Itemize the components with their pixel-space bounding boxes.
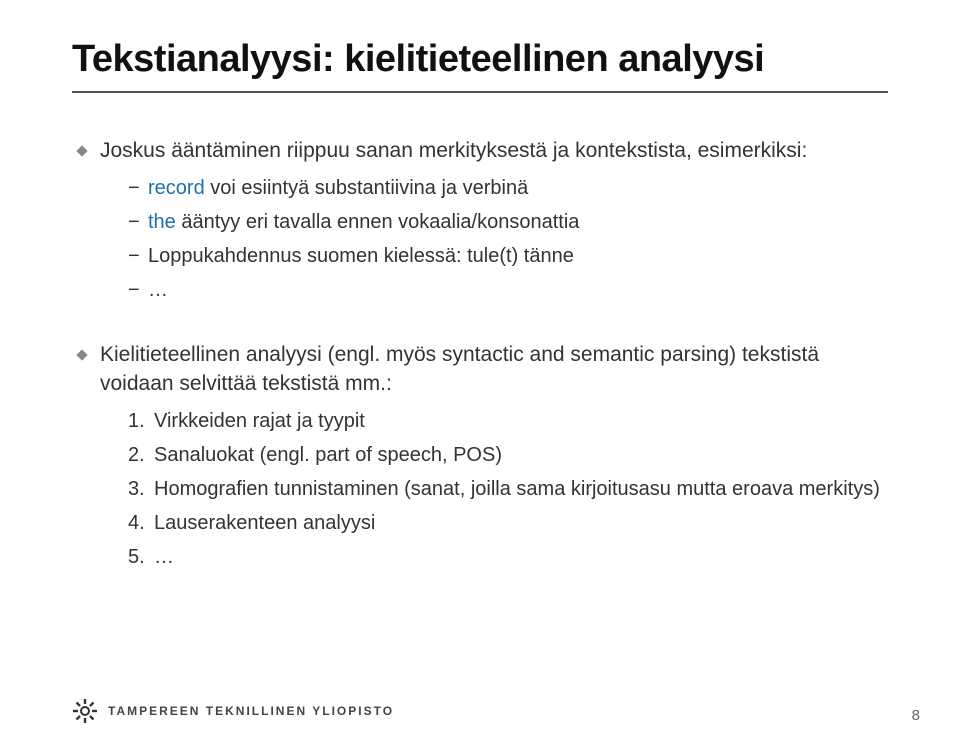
- ordered-item: 3. Homografien tunnistaminen (sanat, joil…: [128, 476, 888, 502]
- dash-icon: −: [128, 209, 140, 235]
- item-text: Lauserakenteen analyysi: [154, 512, 375, 534]
- bullet-item: Joskus ääntäminen riippuu sanan merkityk…: [78, 137, 888, 303]
- dash-icon: −: [128, 175, 140, 201]
- sub-text: ääntyy eri tavalla ennen vokaalia/konson…: [181, 211, 579, 233]
- sub-item: − the ääntyy eri tavalla ennen vokaalia/…: [128, 209, 888, 235]
- footer-text: TAMPEREEN TEKNILLINEN YLIOPISTO: [108, 704, 394, 718]
- sub-item: − record voi esiintyä substantiivina ja …: [128, 175, 888, 201]
- ordered-item: 5. …: [128, 544, 888, 570]
- accent-word: record: [148, 177, 210, 199]
- item-number: 4.: [128, 510, 145, 536]
- diamond-icon: [76, 350, 87, 361]
- item-text: Sanaluokat (engl. part of speech, POS): [154, 444, 502, 466]
- bullet-item: Kielitieteellinen analyysi (engl. myös s…: [78, 341, 888, 570]
- sub-text: …: [148, 279, 168, 301]
- title-divider: [72, 91, 888, 93]
- dash-icon: −: [128, 243, 140, 269]
- item-text: …: [154, 546, 174, 568]
- bullet-text: Kielitieteellinen analyysi (engl. myös s…: [100, 343, 819, 394]
- sub-item: − Loppukahdennus suomen kielessä: tule(t…: [128, 243, 888, 269]
- gear-icon: [72, 698, 98, 724]
- ordered-item: 4. Lauserakenteen analyysi: [128, 510, 888, 536]
- page-number: 8: [912, 707, 920, 724]
- ordered-item: 1. Virkkeiden rajat ja tyypit: [128, 408, 888, 434]
- footer: TAMPEREEN TEKNILLINEN YLIOPISTO: [72, 698, 394, 724]
- sub-text: Loppukahdennus suomen kielessä: tule(t) …: [148, 245, 574, 267]
- slide-title: Tekstianalyysi: kielitieteellinen analyy…: [72, 38, 888, 81]
- bullet-text: Joskus ääntäminen riippuu sanan merkityk…: [100, 139, 807, 162]
- item-number: 2.: [128, 442, 145, 468]
- item-text: Homografien tunnistaminen (sanat, joilla…: [154, 478, 880, 500]
- item-number: 5.: [128, 544, 145, 570]
- item-number: 3.: [128, 476, 145, 502]
- accent-word: the: [148, 211, 181, 233]
- sub-text: voi esiintyä substantiivina ja verbinä: [210, 177, 528, 199]
- item-number: 1.: [128, 408, 145, 434]
- sub-item: − …: [128, 277, 888, 303]
- diamond-icon: [76, 145, 87, 156]
- ordered-item: 2. Sanaluokat (engl. part of speech, POS): [128, 442, 888, 468]
- item-text: Virkkeiden rajat ja tyypit: [154, 410, 365, 432]
- dash-icon: −: [128, 277, 140, 303]
